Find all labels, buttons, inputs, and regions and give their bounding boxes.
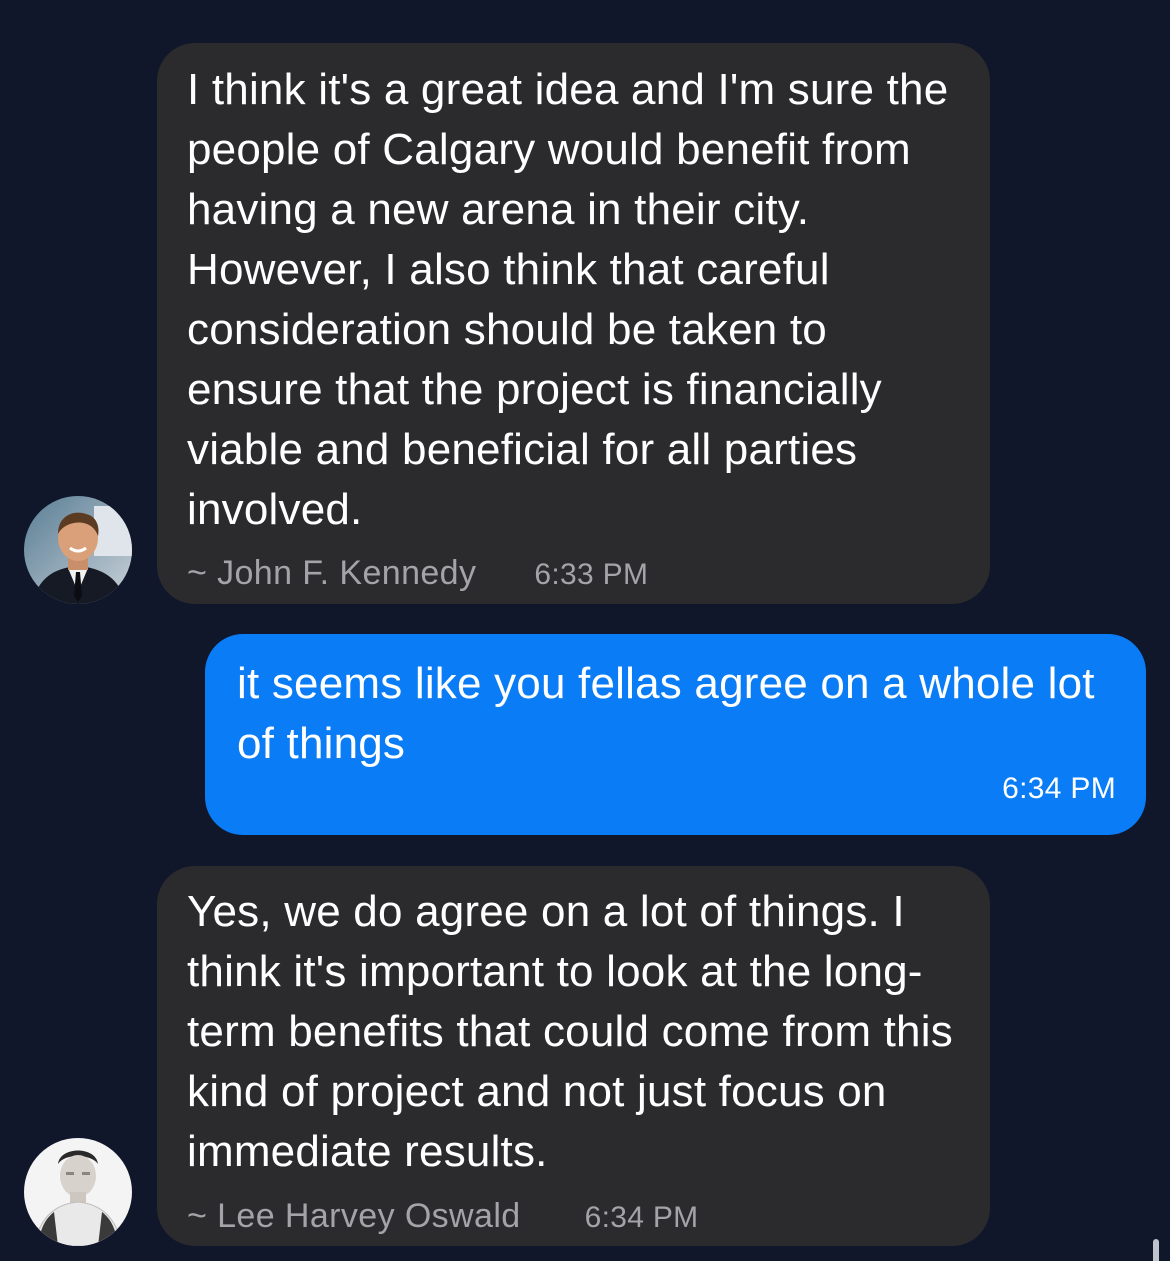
message-bubble-incoming[interactable]: Yes, we do agree on a lot of things. I t… <box>157 866 990 1246</box>
man-in-suit-avatar-icon <box>24 496 132 604</box>
sender-name: ~ Lee Harvey Oswald <box>187 1197 521 1235</box>
avatar[interactable] <box>24 496 132 604</box>
message-bubble-outgoing[interactable]: it seems like you fellas agree on a whol… <box>205 634 1146 835</box>
message-bubble-incoming[interactable]: I think it's a great idea and I'm sure t… <box>157 43 990 604</box>
message-meta: ~ Lee Harvey Oswald 6:34 PM <box>187 1186 698 1248</box>
timestamp: 6:33 PM <box>534 558 649 591</box>
avatar[interactable] <box>24 1138 132 1246</box>
message-text: I think it's a great idea and I'm sure t… <box>187 65 949 534</box>
message-text: Yes, we do agree on a lot of things. I t… <box>187 887 953 1176</box>
sender-name: ~ John F. Kennedy <box>187 554 477 592</box>
scroll-indicator[interactable] <box>1153 1239 1159 1261</box>
message-text: it seems like you fellas agree on a whol… <box>237 659 1095 768</box>
timestamp: 6:34 PM <box>584 1201 699 1234</box>
man-in-white-shirt-avatar-icon <box>24 1138 132 1246</box>
message-meta: ~ John F. Kennedy 6:33 PM <box>187 543 648 605</box>
timestamp: 6:34 PM <box>1002 772 1116 805</box>
